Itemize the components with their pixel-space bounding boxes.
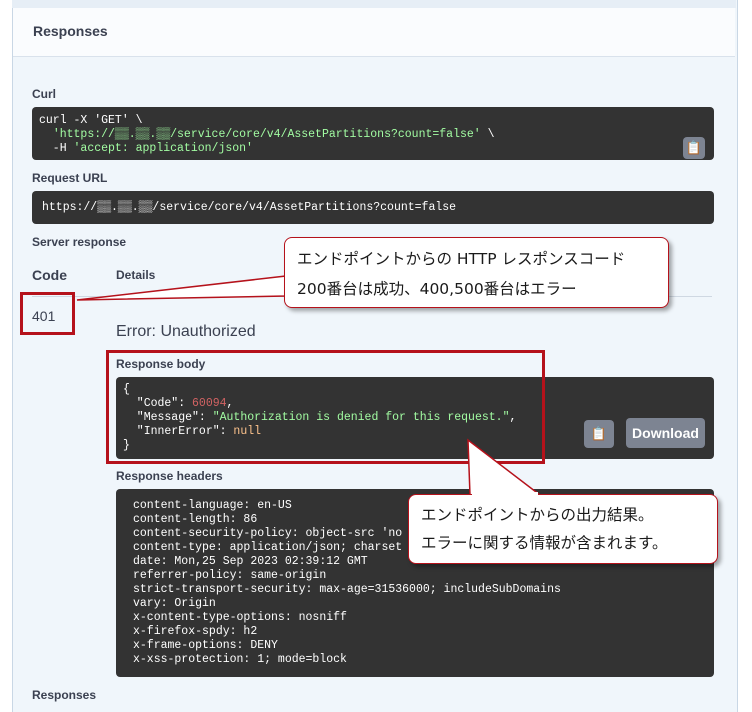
http-code-callout: エンドポイントからの HTTP レスポンスコード 200番台は成功、400,50… [284,237,669,308]
bottom-callout-pointer [467,438,543,496]
top-pointer-join [285,278,289,295]
output-callout: エンドポイントからの出力結果。 エラーに関する情報が含まれます。 [408,494,718,564]
output-callout-line-1: エンドポイントからの出力結果。 [421,506,654,524]
bottom-pointer-join [472,492,538,496]
callout-pointers [76,275,543,496]
output-callout-line-2: エラーに関する情報が含まれます。 [421,534,668,552]
http-code-callout-line-2: 200番台は成功、400,500番台はエラー [297,280,577,298]
http-code-callout-line-1: エンドポイントからの HTTP レスポンスコード [297,250,626,268]
top-callout-pointer [76,275,287,301]
